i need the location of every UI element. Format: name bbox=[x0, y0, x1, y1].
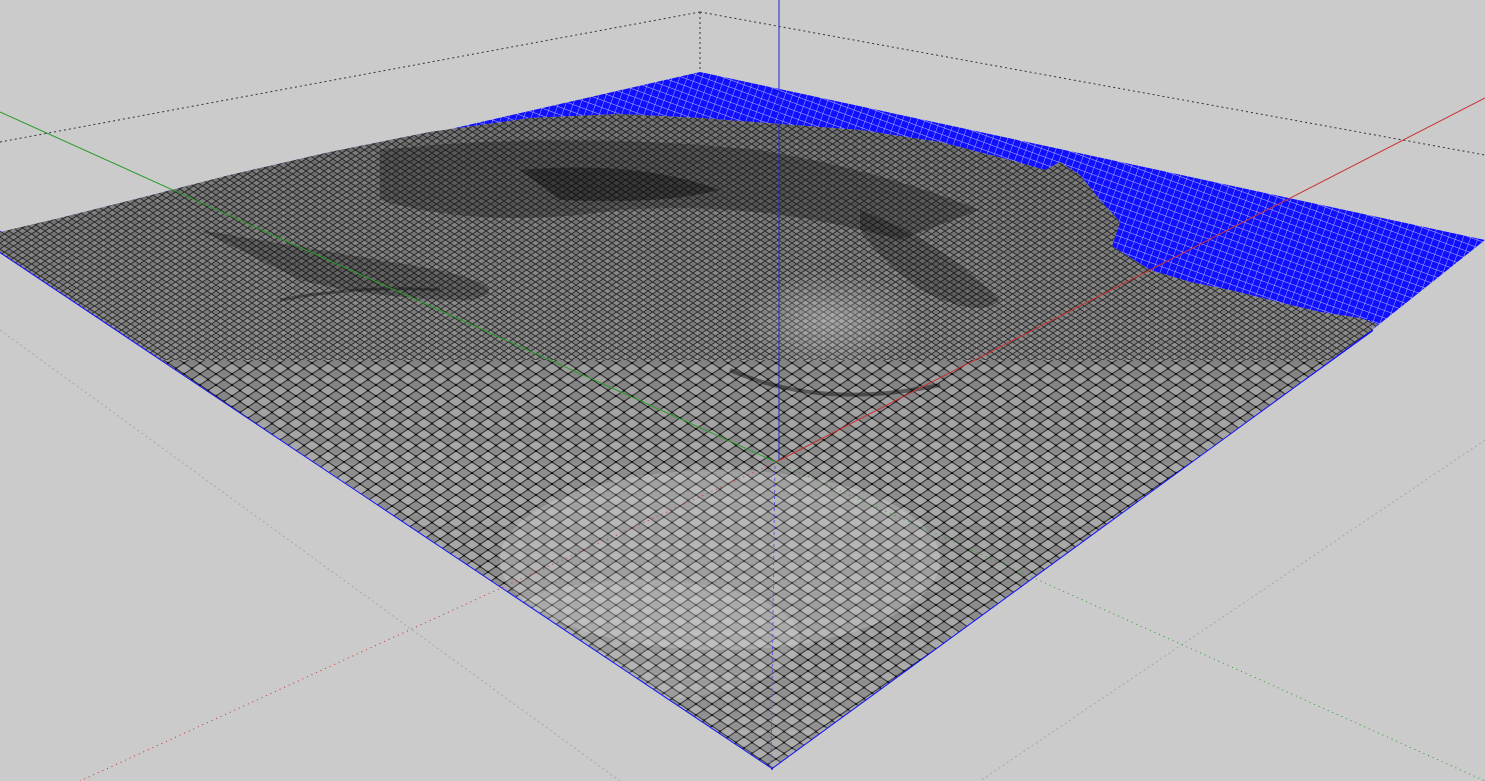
3d-viewport[interactable] bbox=[0, 0, 1485, 781]
